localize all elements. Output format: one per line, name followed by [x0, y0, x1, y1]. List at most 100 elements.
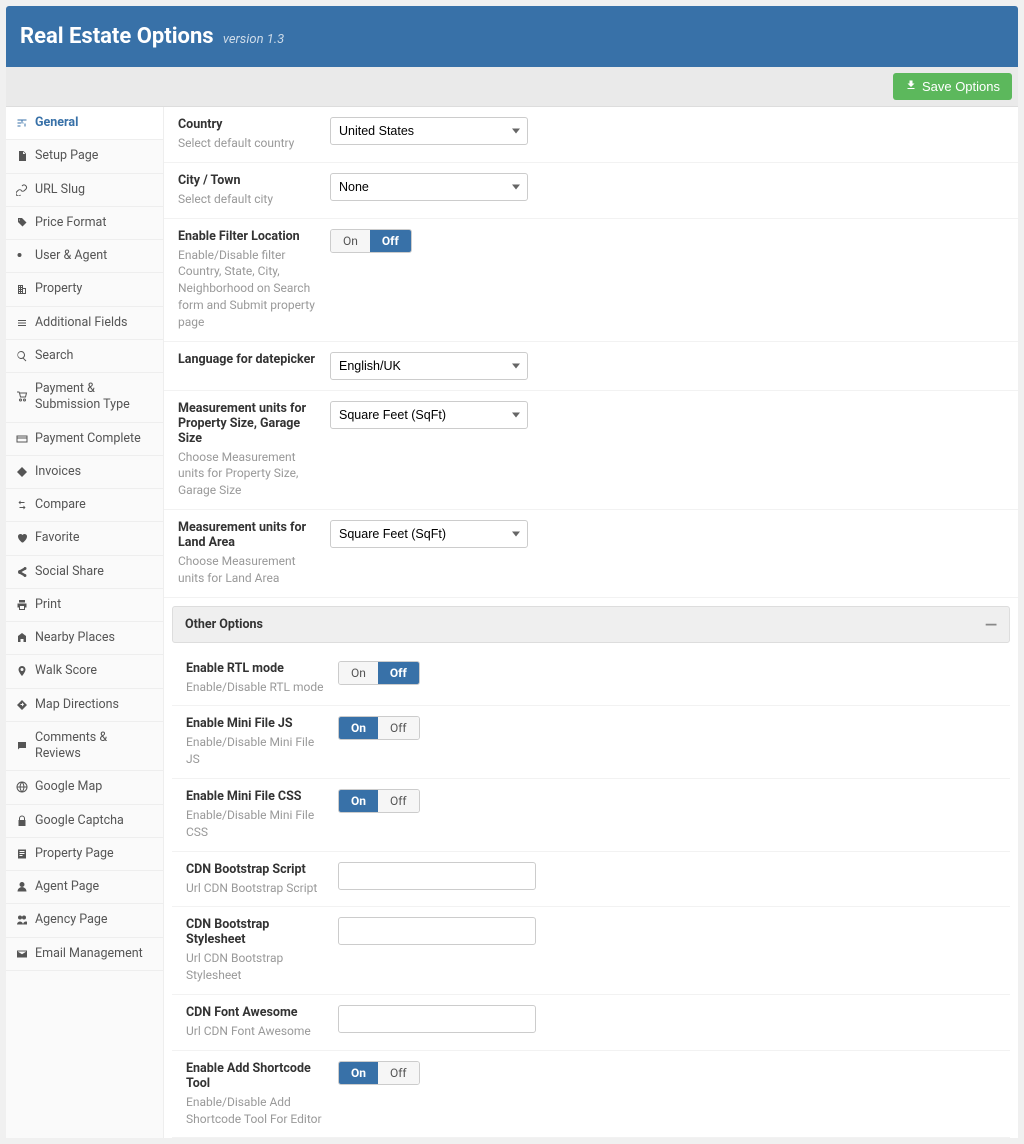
- mini-css-toggle[interactable]: On Off: [338, 789, 420, 813]
- sidebar-item-google-map[interactable]: Google Map: [6, 771, 163, 804]
- toggle-on[interactable]: On: [331, 230, 370, 252]
- toggle-off[interactable]: Off: [378, 790, 419, 812]
- cdn-fa-input[interactable]: [338, 1005, 536, 1033]
- lock-icon: [16, 815, 28, 827]
- toggle-off[interactable]: Off: [378, 1062, 419, 1084]
- save-options-button[interactable]: Save Options: [893, 73, 1012, 100]
- globe-icon: [16, 781, 28, 793]
- sidebar-item-comments-reviews[interactable]: Comments & Reviews: [6, 722, 163, 772]
- mini-js-toggle[interactable]: On Off: [338, 716, 420, 740]
- sidebar-item-label: User & Agent: [35, 248, 107, 264]
- sidebar-item-label: Payment & Submission Type: [35, 381, 153, 414]
- field-desc: Select default country: [178, 135, 320, 152]
- sidebar-item-additional-fields[interactable]: Additional Fields: [6, 307, 163, 340]
- country-select[interactable]: United States: [330, 117, 528, 145]
- print-icon: [16, 599, 28, 611]
- field-desc: Enable/Disable Add Shortcode Tool For Ed…: [186, 1094, 328, 1128]
- building-icon: [16, 283, 28, 295]
- sidebar-item-nearby-places[interactable]: Nearby Places: [6, 622, 163, 655]
- sidebar-item-search[interactable]: Search: [6, 340, 163, 373]
- sidebar-item-general[interactable]: General: [6, 107, 163, 140]
- compare-icon: [16, 499, 28, 511]
- sidebar-item-favorite[interactable]: Favorite: [6, 522, 163, 555]
- units-property-select[interactable]: Square Feet (SqFt): [330, 401, 528, 429]
- collapse-icon: —: [985, 615, 997, 634]
- sidebar-item-email-management[interactable]: Email Management: [6, 938, 163, 971]
- field-mini-css: Enable Mini File CSS Enable/Disable Mini…: [172, 779, 1010, 852]
- toggle-on[interactable]: On: [339, 790, 378, 812]
- sidebar-item-label: Property Page: [35, 846, 114, 862]
- sidebar-item-print[interactable]: Print: [6, 589, 163, 622]
- diamond-icon: [16, 466, 28, 478]
- shortcode-toggle[interactable]: On Off: [338, 1061, 420, 1085]
- sidebar-item-property-page[interactable]: Property Page: [6, 838, 163, 871]
- page-title: Real Estate Options: [20, 24, 214, 49]
- field-desc: Enable/Disable RTL mode: [186, 679, 328, 696]
- sidebar-item-price-format[interactable]: Price Format: [6, 207, 163, 240]
- field-label: Measurement units for Property Size, Gar…: [178, 401, 320, 446]
- sidebar-item-label: Email Management: [35, 946, 143, 962]
- section-other-options-body: Enable RTL mode Enable/Disable RTL mode …: [164, 651, 1018, 1139]
- field-desc: Select default city: [178, 191, 320, 208]
- toggle-off[interactable]: Off: [370, 230, 411, 252]
- page-version: version 1.3: [223, 32, 284, 47]
- field-desc: Url CDN Bootstrap Script: [186, 880, 328, 897]
- sidebar-item-label: Print: [35, 597, 61, 613]
- cdn-script-input[interactable]: [338, 862, 536, 890]
- tag-icon: [16, 217, 28, 229]
- sidebar-item-agent-page[interactable]: Agent Page: [6, 871, 163, 904]
- field-desc: Enable/Disable Mini File CSS: [186, 807, 328, 841]
- section-title: Other Options: [185, 617, 263, 632]
- sidebar-item-walk-score[interactable]: Walk Score: [6, 655, 163, 688]
- sidebar: General Setup Page URL Slug Price Format…: [6, 107, 164, 1138]
- field-shortcode: Enable Add Shortcode Tool Enable/Disable…: [172, 1051, 1010, 1139]
- sidebar-item-setup-page[interactable]: Setup Page: [6, 140, 163, 173]
- sidebar-item-payment-submission[interactable]: Payment & Submission Type: [6, 373, 163, 423]
- cdn-style-input[interactable]: [338, 917, 536, 945]
- filter-location-toggle[interactable]: On Off: [330, 229, 412, 253]
- field-city: City / Town Select default city None: [164, 163, 1018, 219]
- sidebar-item-label: Walk Score: [35, 663, 97, 679]
- sidebar-item-payment-complete[interactable]: Payment Complete: [6, 423, 163, 456]
- field-cdn-fa: CDN Font Awesome Url CDN Font Awesome: [172, 995, 1010, 1051]
- field-mini-js: Enable Mini File JS Enable/Disable Mini …: [172, 706, 1010, 779]
- sidebar-item-google-captcha[interactable]: Google Captcha: [6, 805, 163, 838]
- sidebar-item-url-slug[interactable]: URL Slug: [6, 174, 163, 207]
- toggle-off[interactable]: Off: [378, 662, 419, 684]
- sidebar-item-compare[interactable]: Compare: [6, 489, 163, 522]
- sidebar-item-label: Compare: [35, 497, 86, 513]
- sidebar-item-label: Comments & Reviews: [35, 730, 153, 763]
- section-other-options-header[interactable]: Other Options —: [172, 606, 1010, 643]
- directions-icon: [16, 699, 28, 711]
- units-land-select[interactable]: Square Feet (SqFt): [330, 520, 528, 548]
- sidebar-item-social-share[interactable]: Social Share: [6, 556, 163, 589]
- file-icon: [16, 150, 28, 162]
- field-desc: Choose Measurement units for Property Si…: [178, 449, 320, 499]
- field-units-land: Measurement units for Land Area Choose M…: [164, 510, 1018, 598]
- sidebar-item-label: Google Map: [35, 779, 102, 795]
- sidebar-item-user-agent[interactable]: User & Agent: [6, 240, 163, 273]
- sidebar-item-label: Nearby Places: [35, 630, 115, 646]
- field-label: Enable Filter Location: [178, 229, 320, 244]
- sidebar-item-property[interactable]: Property: [6, 273, 163, 306]
- sidebar-item-map-directions[interactable]: Map Directions: [6, 689, 163, 722]
- city-select[interactable]: None: [330, 173, 528, 201]
- sidebar-item-agency-page[interactable]: Agency Page: [6, 904, 163, 937]
- card-icon: [16, 433, 28, 445]
- sidebar-item-label: URL Slug: [35, 182, 85, 198]
- sidebar-item-invoices[interactable]: Invoices: [6, 456, 163, 489]
- toggle-on[interactable]: On: [339, 1062, 378, 1084]
- list-icon: [16, 317, 28, 329]
- field-rtl: Enable RTL mode Enable/Disable RTL mode …: [172, 651, 1010, 707]
- sidebar-item-label: Agent Page: [35, 879, 99, 895]
- field-desc: Enable/Disable filter Country, State, Ci…: [178, 247, 320, 331]
- rtl-toggle[interactable]: On Off: [338, 661, 420, 685]
- toggle-on[interactable]: On: [339, 662, 378, 684]
- toggle-on[interactable]: On: [339, 717, 378, 739]
- toggle-off[interactable]: Off: [378, 717, 419, 739]
- sliders-icon: [16, 117, 28, 129]
- datepicker-lang-select[interactable]: English/UK: [330, 352, 528, 380]
- field-desc: Url CDN Font Awesome: [186, 1023, 328, 1040]
- sidebar-item-label: Social Share: [35, 564, 104, 580]
- sidebar-item-label: Agency Page: [35, 912, 108, 928]
